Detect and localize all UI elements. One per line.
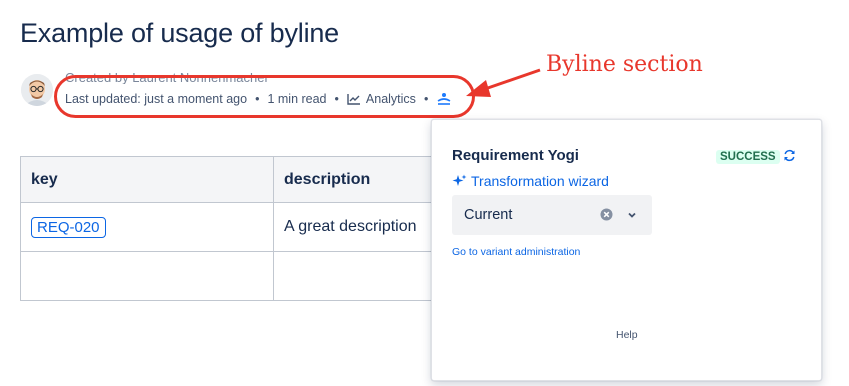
page-title: Example of usage of byline <box>20 18 339 48</box>
table-row <box>20 251 485 301</box>
help-link[interactable]: Help <box>616 329 638 341</box>
requirement-yogi-popup: Requirement Yogi SUCCESS Transformation … <box>431 119 822 381</box>
byline-highlight-outline <box>54 75 475 118</box>
requirements-table: key description REQ-020 A great descript… <box>20 156 485 301</box>
popup-title: Requirement Yogi <box>452 147 579 164</box>
transformation-wizard-link[interactable]: Transformation wizard <box>452 173 609 189</box>
status-badge: SUCCESS <box>716 150 780 164</box>
variant-select-value: Current <box>464 207 513 223</box>
avatar-image <box>21 74 53 106</box>
avatar[interactable] <box>21 74 53 106</box>
annotation-byline-label: Byline section <box>546 52 703 77</box>
refresh-icon[interactable] <box>783 149 796 162</box>
clear-icon[interactable] <box>600 208 613 221</box>
column-header-key: key <box>20 156 274 203</box>
sparkle-icon <box>452 174 467 186</box>
chevron-down-icon[interactable] <box>626 209 638 221</box>
table-cell-key[interactable] <box>20 251 274 301</box>
transformation-wizard-label: Transformation wizard <box>471 173 609 189</box>
variant-select[interactable]: Current <box>452 195 652 235</box>
requirement-key-link[interactable]: REQ-020 <box>31 216 106 238</box>
table-cell-key: REQ-020 <box>20 202 274 252</box>
table-header-row: key description <box>20 156 485 203</box>
arrow-to-byline <box>481 68 541 92</box>
variant-administration-link[interactable]: Go to variant administration <box>452 246 580 258</box>
table-row: REQ-020 A great description <box>20 202 485 252</box>
